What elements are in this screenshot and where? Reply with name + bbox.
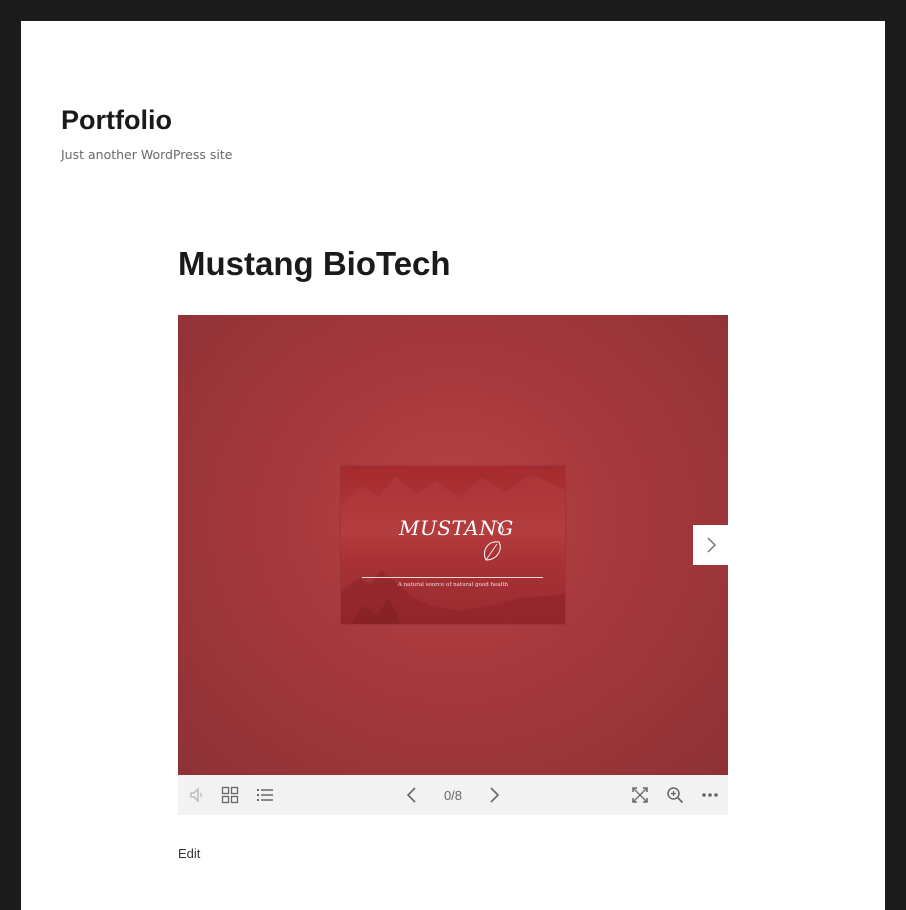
next-slide-button[interactable] (693, 525, 728, 565)
chevron-right-icon (490, 787, 500, 803)
edit-link[interactable]: Edit (178, 846, 200, 861)
list-icon[interactable] (255, 785, 275, 805)
slide-thumbnail[interactable]: MUSTANG A natural source of natural good… (341, 466, 565, 624)
viewer-toolbar: 0/8 (178, 775, 728, 815)
chevron-left-icon (406, 787, 416, 803)
post-title: Mustang BioTech (178, 245, 451, 282)
slide-tagline: A natural source of natural good health (397, 582, 509, 588)
zoom-in-icon[interactable] (665, 785, 685, 805)
speaker-icon[interactable] (187, 785, 207, 805)
grid-icon[interactable] (220, 785, 240, 805)
site-title[interactable]: Portfolio (61, 107, 172, 134)
presentation-viewer: MUSTANG A natural source of natural good… (178, 315, 728, 815)
site-description: Just another WordPress site (61, 147, 233, 162)
more-icon[interactable] (700, 785, 720, 805)
previous-slide-button[interactable] (402, 785, 422, 805)
page: Portfolio Just another WordPress site Mu… (21, 21, 885, 910)
leaf-icon (484, 521, 504, 561)
slide-counter: 0/8 (443, 788, 463, 803)
slide-stage[interactable]: MUSTANG A natural source of natural good… (178, 315, 728, 775)
slide-divider (362, 577, 543, 578)
next-button-toolbar[interactable] (484, 785, 504, 805)
fullscreen-icon[interactable] (630, 785, 650, 805)
mountain-background (341, 474, 565, 624)
chevron-right-icon (706, 537, 716, 553)
